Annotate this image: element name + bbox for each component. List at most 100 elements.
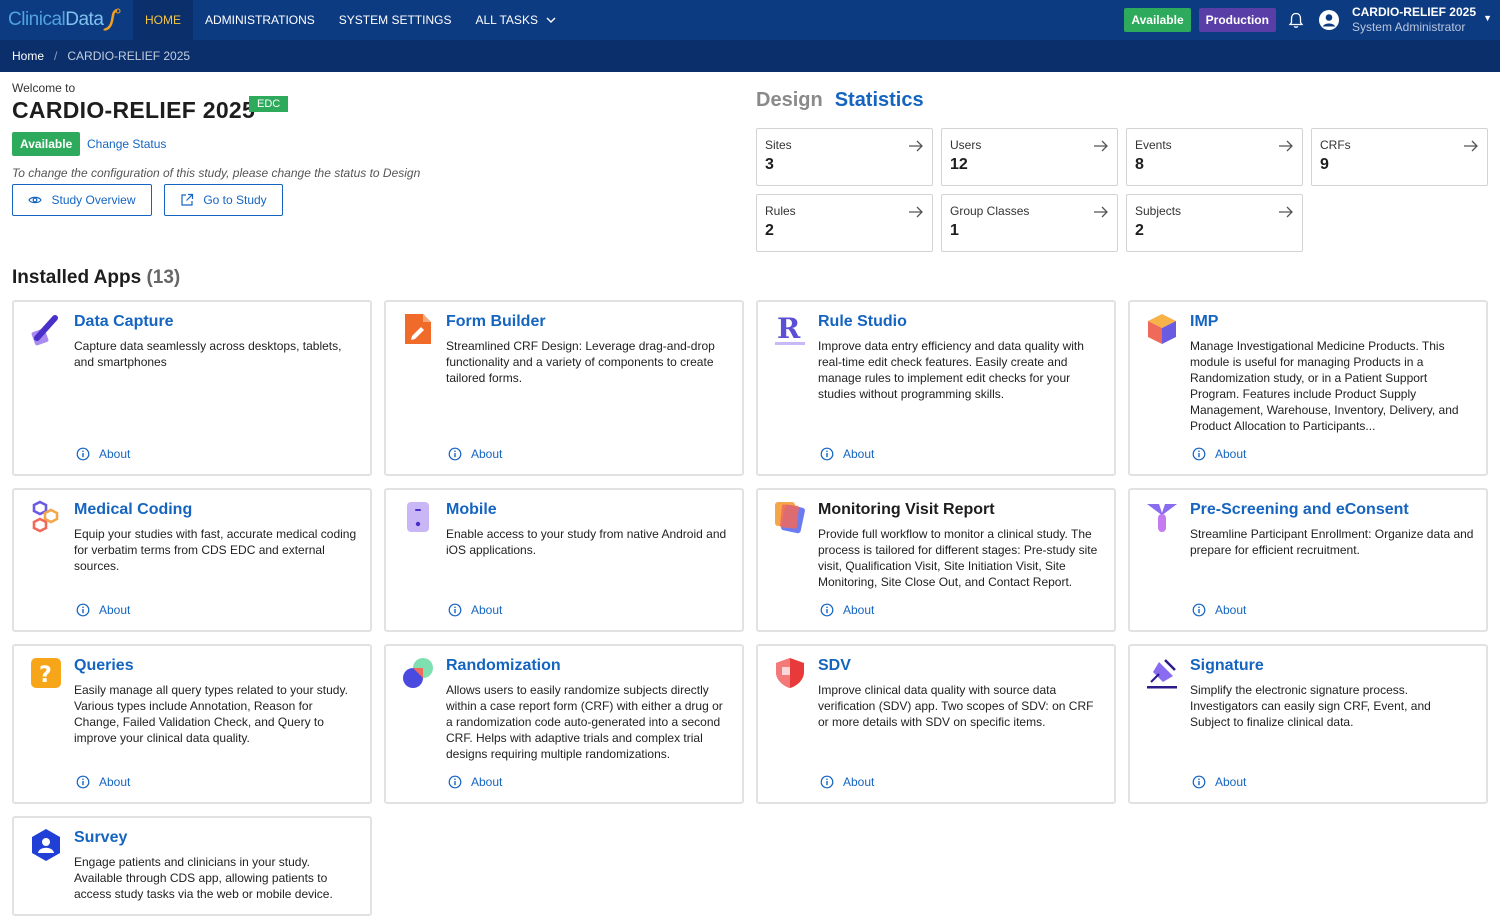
user-menu[interactable]: CARDIO-RELIEF 2025 System Administrator … (1351, 5, 1492, 35)
app-card-rule-studio[interactable]: R Rule Studio Improve data entry efficienc… (756, 300, 1116, 476)
app-title[interactable]: Medical Coding (74, 501, 192, 519)
nav-system-settings[interactable]: SYSTEM SETTINGS (327, 0, 464, 40)
info-icon (1192, 775, 1215, 789)
nav-home[interactable]: HOME (133, 0, 193, 40)
app-title[interactable]: Randomization (446, 657, 561, 675)
app-card-survey[interactable]: Survey Engage patients and clinicians in … (12, 816, 372, 916)
stat-card-rules[interactable]: Rules 2 (756, 194, 933, 252)
info-icon (1192, 603, 1215, 617)
about-label: About (471, 775, 503, 789)
user-role: System Administrator (1351, 20, 1466, 34)
app-card-pre-screening-and-econsent[interactable]: Pre-Screening and eConsent Streamline Par… (1128, 488, 1488, 632)
app-description: Provide full workflow to monitor a clini… (818, 527, 1098, 589)
nav-all-tasks-label: ALL TASKS (475, 13, 538, 27)
stat-card-group-classes[interactable]: Group Classes 1 (941, 194, 1118, 252)
stat-card-users[interactable]: Users 12 (941, 128, 1118, 186)
svg-text:R: R (777, 312, 801, 345)
configuration-hint: To change the configuration of this stud… (12, 166, 421, 180)
clinicaldata-logo[interactable]: Clinical Data (8, 6, 121, 34)
app-description: Streamlined CRF Design: Leverage drag-an… (446, 339, 715, 385)
tab-statistics[interactable]: Statistics (835, 89, 924, 112)
about-link[interactable]: About (448, 775, 502, 789)
app-card-mobile[interactable]: Mobile Enable access to your study from n… (384, 488, 744, 632)
mobile-icon (401, 500, 435, 534)
sdv-icon (773, 656, 807, 690)
app-card-form-builder[interactable]: Form Builder Streamlined CRF Design: Leve… (384, 300, 744, 476)
info-icon (820, 447, 843, 461)
stat-label: Users (950, 138, 982, 152)
app-title[interactable]: SDV (818, 657, 851, 675)
stat-card-events[interactable]: Events 8 (1126, 128, 1303, 186)
svg-text:?: ? (39, 663, 52, 688)
app-card-medical-coding[interactable]: Medical Coding Equip your studies with fa… (12, 488, 372, 632)
app-card-randomization[interactable]: Randomization Allows users to easily rand… (384, 644, 744, 804)
about-link[interactable]: About (448, 603, 502, 617)
header-right: Available Production CARDIO-RELIEF 2025 … (1124, 0, 1492, 40)
about-link[interactable]: About (820, 603, 874, 617)
tab-design[interactable]: Design (756, 89, 823, 112)
about-link[interactable]: About (1192, 775, 1246, 789)
study-overview-button[interactable]: Study Overview (12, 184, 152, 216)
medical-coding-icon (29, 500, 63, 534)
app-title[interactable]: Queries (74, 657, 134, 675)
app-title[interactable]: Form Builder (446, 313, 546, 331)
app-card-monitoring-visit-report[interactable]: Monitoring Visit Report Provide full work… (756, 488, 1116, 632)
about-label: About (99, 603, 131, 617)
stat-card-subjects[interactable]: Subjects 2 (1126, 194, 1303, 252)
queries-icon: ? (29, 656, 63, 690)
about-link[interactable]: About (448, 447, 502, 461)
main-nav: HOME ADMINISTRATIONS SYSTEM SETTINGS ALL… (133, 0, 568, 40)
app-title[interactable]: Survey (74, 829, 127, 847)
rule-studio-icon: R (773, 312, 807, 346)
study-type-badge: EDC (249, 96, 289, 112)
installed-apps-count: (13) (146, 267, 181, 288)
info-icon (820, 775, 843, 789)
app-title[interactable]: Signature (1190, 657, 1264, 675)
breadcrumb-home[interactable]: Home (12, 49, 44, 63)
logo-text-clinical: Clinical (8, 9, 66, 30)
app-card-data-capture[interactable]: Data Capture Capture data seamlessly acro… (12, 300, 372, 476)
chevron-down-icon (546, 17, 556, 23)
bell-icon[interactable] (1288, 12, 1304, 29)
app-title[interactable]: Data Capture (74, 313, 174, 331)
about-label: About (843, 603, 875, 617)
about-link[interactable]: About (820, 775, 874, 789)
about-link[interactable]: About (1192, 447, 1246, 461)
app-card-imp[interactable]: IMP Manage Investigational Medicine Produ… (1128, 300, 1488, 476)
app-card-queries[interactable]: ? Queries Easily manage all query types re… (12, 644, 372, 804)
app-card-sdv[interactable]: SDV Improve clinical data quality with so… (756, 644, 1116, 804)
stat-value: 8 (1135, 156, 1144, 173)
change-status-link[interactable]: Change Status (87, 137, 166, 151)
about-link[interactable]: About (76, 447, 130, 461)
info-icon (76, 603, 99, 617)
arrow-right-icon (908, 205, 924, 223)
stat-card-sites[interactable]: Sites 3 (756, 128, 933, 186)
about-link[interactable]: About (1192, 603, 1246, 617)
app-title[interactable]: Rule Studio (818, 313, 907, 331)
about-label: About (1215, 603, 1247, 617)
app-card-signature[interactable]: Signature Simplify the electronic signatu… (1128, 644, 1488, 804)
nav-all-tasks[interactable]: ALL TASKS (463, 0, 567, 40)
stat-value: 2 (765, 222, 774, 239)
app-title[interactable]: Pre-Screening and eConsent (1190, 501, 1409, 519)
external-link-icon (181, 193, 194, 206)
logo-swirl-icon (103, 8, 121, 31)
about-link[interactable]: About (76, 603, 130, 617)
about-link[interactable]: About (76, 775, 130, 789)
imp-icon (1145, 312, 1179, 346)
about-link[interactable]: About (820, 447, 874, 461)
page-title: CARDIO-RELIEF 2025 (12, 97, 256, 123)
stat-value: 1 (950, 222, 959, 239)
user-avatar-icon[interactable] (1318, 9, 1340, 31)
stat-card-crfs[interactable]: CRFs 9 (1311, 128, 1488, 186)
app-title[interactable]: IMP (1190, 313, 1218, 331)
app-description: Enable access to your study from native … (446, 527, 727, 557)
breadcrumb-current: CARDIO-RELIEF 2025 (67, 49, 191, 63)
go-to-study-button[interactable]: Go to Study (164, 184, 283, 216)
app-title[interactable]: Monitoring Visit Report (818, 501, 995, 519)
arrow-right-icon (1093, 139, 1109, 157)
app-title[interactable]: Mobile (446, 501, 497, 519)
study-status-badge: Available (12, 132, 81, 156)
stat-value: 3 (765, 156, 774, 173)
nav-administrations[interactable]: ADMINISTRATIONS (193, 0, 327, 40)
